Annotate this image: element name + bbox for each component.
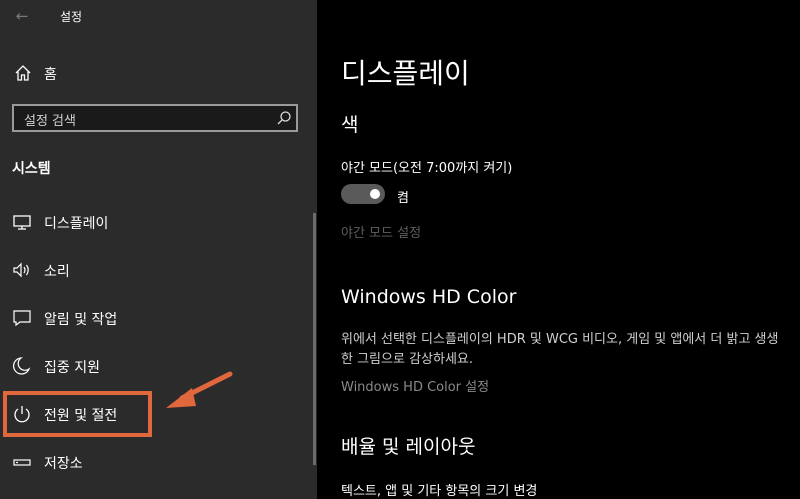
- app-title: 설정: [60, 10, 83, 24]
- toggle-knob: [370, 189, 380, 199]
- section-title: 시스템: [12, 161, 51, 177]
- hd-color-heading: Windows HD Color: [341, 286, 517, 308]
- home-icon: [15, 65, 31, 81]
- selection-indicator: [0, 212, 4, 232]
- search-placeholder: 설정 검색: [24, 114, 76, 129]
- message-icon: [13, 310, 31, 327]
- scale-layout-heading: 배율 및 레이아웃: [341, 436, 476, 458]
- sidebar-item-focus-assist[interactable]: 집중 지원: [0, 346, 310, 386]
- toggle-state-label: 켬: [397, 191, 409, 206]
- sidebar-item-label: 집중 지원: [44, 360, 100, 376]
- scrollbar[interactable]: [313, 213, 316, 465]
- home-label: 홈: [44, 67, 57, 83]
- night-mode-settings-link[interactable]: 야간 모드 설정: [341, 222, 421, 241]
- page-title: 디스플레이: [341, 57, 470, 90]
- annotation-highlight-box: [3, 391, 152, 437]
- text-size-label: 텍스트, 앱 및 기타 항목의 크기 변경: [341, 484, 538, 499]
- sidebar-item-sound[interactable]: 소리: [0, 250, 310, 290]
- storage-icon: [13, 459, 31, 466]
- sidebar-item-label: 저장소: [44, 456, 83, 472]
- title-bar: ← 설정: [0, 0, 317, 32]
- home-nav-item[interactable]: 홈: [0, 58, 317, 88]
- monitor-icon: [13, 215, 31, 230]
- sidebar-item-label: 디스플레이: [44, 216, 109, 232]
- color-section-heading: 색: [341, 114, 359, 136]
- night-mode-toggle[interactable]: [341, 184, 385, 204]
- hd-color-settings-link[interactable]: Windows HD Color 설정: [341, 376, 489, 395]
- back-arrow-icon[interactable]: ←: [12, 6, 32, 26]
- sidebar-item-notifications[interactable]: 알림 및 작업: [0, 298, 310, 338]
- sidebar-item-storage[interactable]: 저장소: [0, 442, 310, 482]
- annotation-arrow-icon: [166, 371, 233, 408]
- sidebar-item-label: 소리: [44, 264, 70, 280]
- night-mode-label: 야간 모드(오전 7:00까지 켜기): [341, 161, 513, 176]
- speaker-icon: [13, 262, 29, 278]
- search-icon[interactable]: [276, 110, 292, 126]
- main-content: 디스플레이 색 야간 모드(오전 7:00까지 켜기) 켬 야간 모드 설정 W…: [317, 0, 800, 499]
- sidebar-item-display[interactable]: 디스플레이: [0, 202, 310, 242]
- sidebar-item-label: 알림 및 작업: [44, 312, 118, 328]
- moon-icon: [13, 357, 31, 375]
- search-input[interactable]: 설정 검색: [12, 104, 298, 132]
- hd-color-description: 위에서 선택한 디스플레이의 HDR 및 WCG 비디오, 게임 및 앱에서 더…: [341, 332, 779, 367]
